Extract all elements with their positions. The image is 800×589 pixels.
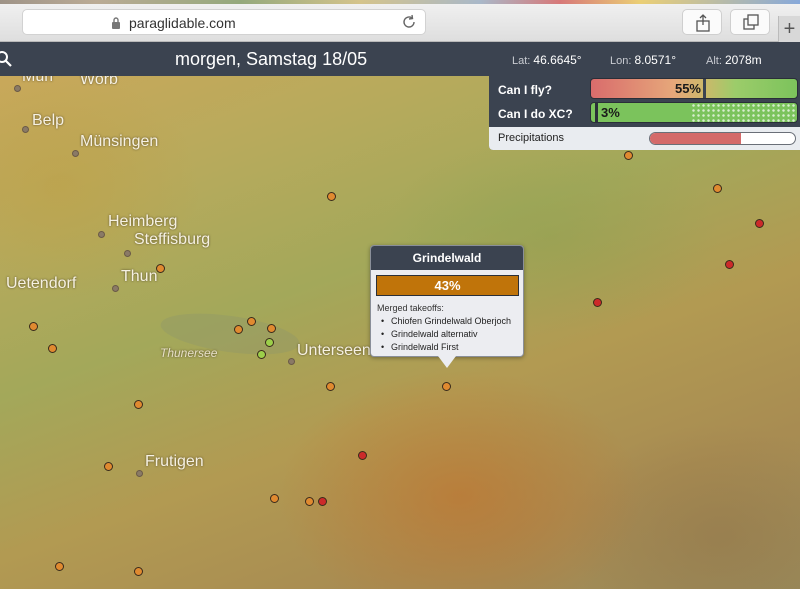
takeoff-marker[interactable] [442,382,451,391]
place-label: Thun [121,268,158,285]
town-dot [136,470,143,477]
new-tab-button[interactable]: + [778,16,800,42]
longitude-value: 8.0571° [634,53,676,67]
town-dot [112,285,119,292]
can-i-fly-value: 55% [674,81,701,96]
plus-icon: + [783,18,796,40]
place-label: Unterseen [297,342,371,359]
takeoff-marker[interactable] [134,567,143,576]
takeoff-marker[interactable] [755,219,764,228]
takeoff-marker[interactable] [265,338,274,347]
latitude-label: Lat: [512,55,531,67]
tabs-icon [743,14,759,30]
search-icon[interactable] [0,51,12,67]
precipitations-bar[interactable] [649,132,796,145]
takeoff-marker[interactable] [327,192,336,201]
takeoff-marker[interactable] [358,451,367,460]
forecast-date-title: morgen, Samstag 18/05 [175,49,368,69]
place-label: Frutigen [145,453,204,470]
takeoff-marker[interactable] [257,350,266,359]
tab-color-strip [0,0,800,4]
precipitations-label: Precipitations [498,132,565,144]
share-button[interactable] [682,9,722,35]
takeoff-marker[interactable] [104,462,113,471]
town-dot [124,250,131,257]
altitude-value: 2078m [724,53,762,67]
place-label: Steffisburg [134,231,211,248]
takeoff-marker[interactable] [725,260,734,269]
takeoff-popup: Grindelwald 43% Merged takeoffs: Chiofen… [370,245,524,357]
popup-subtitle: Merged takeoffs: [377,303,444,313]
lock-icon [112,17,120,29]
share-icon [696,14,710,32]
town-dot [22,126,29,133]
can-i-do-xc-label: Can I do XC? [498,107,573,121]
list-item: Grindelwald alternativ [381,328,511,341]
place-label: Belp [32,112,65,129]
town-dot [98,231,105,238]
place-label: Münsingen [80,133,159,150]
precipitations-fill [650,133,742,144]
takeoff-marker[interactable] [267,324,276,333]
altitude-label: Alt: [706,55,722,67]
longitude-readout: Lon: 8.0571° [610,53,676,67]
takeoff-marker[interactable] [305,497,314,506]
xc-pattern [691,103,797,122]
takeoff-marker[interactable] [156,264,165,273]
takeoff-marker[interactable] [55,562,64,571]
takeoff-marker[interactable] [593,298,602,307]
town-dot [288,358,295,365]
xc-level-marker [595,103,598,122]
takeoff-marker[interactable] [624,151,633,160]
can-i-do-xc-value: 3% [601,105,620,120]
fly-level-marker [703,79,706,98]
place-label: Worb [80,76,118,88]
latitude-readout: Lat: 46.6645° [512,53,582,67]
takeoff-marker[interactable] [234,325,243,334]
takeoff-marker[interactable] [134,400,143,409]
popup-score-bar: 43% [376,275,519,296]
can-i-fly-label: Can I fly? [498,83,553,97]
town-dot [72,150,79,157]
precipitations-row: Precipitations [489,127,800,150]
browser-toolbar: paraglidable.com + [0,0,800,42]
takeoff-marker[interactable] [270,494,279,503]
can-i-fly-bar[interactable]: 55% [590,78,798,99]
takeoff-marker[interactable] [318,497,327,506]
merged-takeoffs-list: Chiofen Grindelwald Oberjoch Grindelwald… [381,315,511,354]
takeoff-marker[interactable] [326,382,335,391]
popup-title: Grindelwald [371,246,523,270]
place-label: Heimberg [108,213,178,230]
address-bar[interactable]: paraglidable.com [22,9,426,35]
takeoff-marker[interactable] [247,317,256,326]
popup-pointer [438,356,456,368]
list-item: Chiofen Grindelwald Oberjoch [381,315,511,328]
list-item: Grindelwald First [381,341,511,354]
place-label: Muri [22,76,54,85]
tabs-overview-button[interactable] [730,9,770,35]
latitude-value: 46.6645° [533,53,582,67]
place-label: Uetendorf [6,275,77,292]
altitude-readout: Alt: 2078m [706,53,762,67]
reload-icon[interactable] [401,14,417,30]
can-i-do-xc-bar[interactable]: 3% [590,102,798,123]
place-label: Thunersee [160,346,218,360]
longitude-label: Lon: [610,55,632,67]
takeoff-marker[interactable] [713,184,722,193]
town-dot [14,85,21,92]
app-header: morgen, Samstag 18/05 Lat: 46.6645° Lon:… [0,42,800,76]
url-text: paraglidable.com [129,15,236,31]
takeoff-marker[interactable] [29,322,38,331]
takeoff-marker[interactable] [48,344,57,353]
